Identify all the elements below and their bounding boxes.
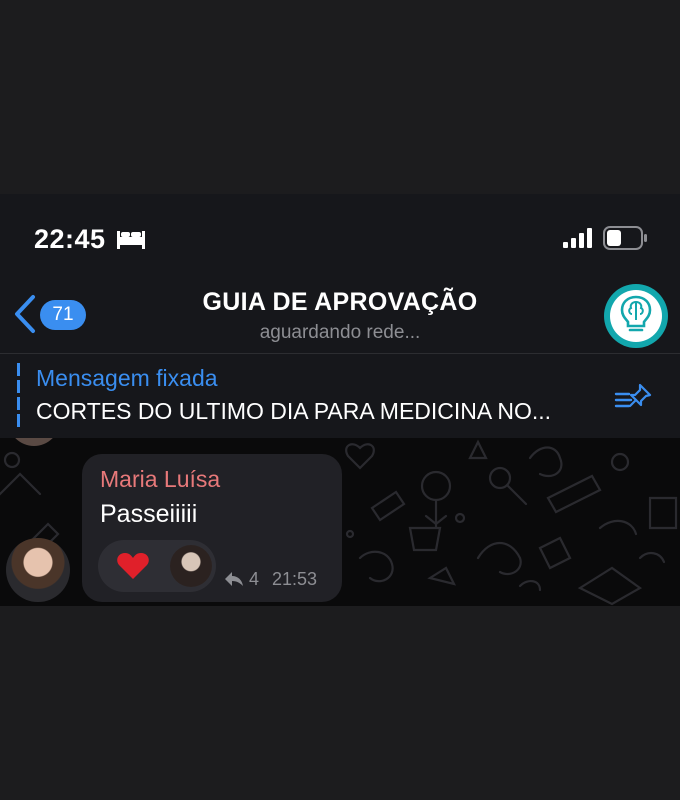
- reaction-user-avatar: [170, 545, 212, 587]
- lightbulb-brain-icon: [619, 294, 653, 339]
- bed-icon: [116, 228, 146, 255]
- telegram-chat-screen: 22:45 71 GUIA DE APROVAÇÃO aguardando re…: [0, 194, 680, 606]
- chat-title[interactable]: GUIA DE APROVAÇÃO: [0, 288, 680, 317]
- reaction-chip[interactable]: [98, 540, 216, 592]
- pinned-title: Mensagem fixada: [36, 365, 218, 391]
- message-sender[interactable]: Maria Luísa: [100, 466, 220, 493]
- chat-status: aguardando rede...: [259, 322, 421, 343]
- top-bar: 22:45 71 GUIA DE APROVAÇÃO aguardando re…: [0, 194, 680, 354]
- pinned-indicator: [17, 363, 20, 431]
- pinned-list-icon[interactable]: [614, 382, 654, 417]
- reply-count[interactable]: 4: [249, 569, 259, 590]
- pinned-message-bar[interactable]: Mensagem fixada CORTES DO ULTIMO DIA PAR…: [0, 354, 680, 438]
- reply-icon[interactable]: [224, 571, 244, 592]
- status-bar: 22:45: [0, 194, 680, 274]
- signal-icon: [563, 228, 593, 253]
- message-time: 21:53: [272, 569, 318, 589]
- avatar[interactable]: [6, 538, 70, 602]
- chat-area[interactable]: Maria Luísa Passeiiiii 4 21:53: [0, 438, 680, 606]
- status-time: 22:45: [34, 224, 106, 254]
- heart-icon: [116, 551, 150, 586]
- channel-avatar[interactable]: [604, 284, 668, 348]
- message-text: Passeiiiii: [100, 500, 198, 528]
- battery-icon: [603, 226, 649, 255]
- message-bubble[interactable]: Maria Luísa Passeiiiii 4 21:53: [82, 454, 342, 602]
- pinned-text: CORTES DO ULTIMO DIA PARA MEDICINA NO...: [36, 398, 552, 424]
